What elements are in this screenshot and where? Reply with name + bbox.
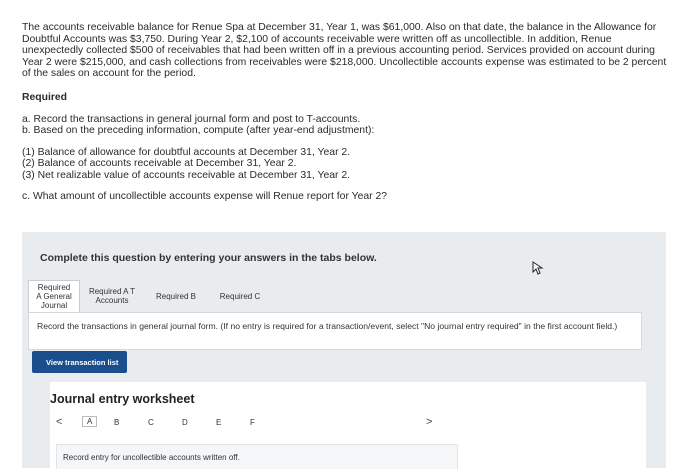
nav-entry-c[interactable]: C: [148, 418, 154, 427]
record-entry-text: Record entry for uncollectible accounts …: [63, 453, 240, 462]
nav-entry-b[interactable]: B: [114, 418, 119, 427]
worksheet-title: Journal entry worksheet: [50, 392, 195, 406]
answer-panel: Complete this question by entering your …: [22, 232, 666, 469]
view-transaction-list-button[interactable]: View transaction list: [32, 351, 127, 373]
problem-statement: The accounts receivable balance for Renu…: [22, 22, 672, 202]
tab-required-a-general-journal[interactable]: Required A General Journal: [28, 280, 80, 312]
tab-required-c[interactable]: Required C: [208, 280, 272, 312]
task-b: b. Based on the preceding information, c…: [22, 125, 375, 137]
panel-title: Complete this question by entering your …: [40, 252, 377, 264]
problem-paragraph: The accounts receivable balance for Renu…: [22, 22, 667, 80]
tab-bar: Required A General Journal Required A T …: [28, 280, 272, 312]
task-a: a. Record the transactions in general jo…: [22, 113, 361, 125]
tab-required-a-t-accounts[interactable]: Required A T Accounts: [80, 280, 144, 312]
nav-entry-e[interactable]: E: [216, 418, 221, 427]
journal-entry-worksheet: Journal entry worksheet < A B C D E F > …: [50, 382, 646, 469]
nav-entry-f[interactable]: F: [250, 418, 255, 427]
tab-required-b[interactable]: Required B: [144, 280, 208, 312]
instruction-text: Record the transactions in general journ…: [37, 321, 618, 331]
required-heading: Required: [22, 91, 68, 103]
sub-item-list: (1) Balance of allowance for doubtful ac…: [22, 147, 672, 182]
sub-item: (3) Net realizable value of accounts rec…: [22, 169, 351, 181]
entry-navigation: < A B C D E F >: [56, 416, 646, 432]
next-arrow-icon[interactable]: >: [426, 416, 432, 428]
nav-entry-d[interactable]: D: [182, 418, 188, 427]
tab-content: Record the transactions in general journ…: [28, 312, 642, 350]
mouse-cursor-icon: [532, 261, 544, 275]
record-entry-box: Record entry for uncollectible accounts …: [56, 444, 458, 469]
prev-arrow-icon[interactable]: <: [56, 416, 62, 428]
sub-item: (2) Balance of accounts receivable at De…: [22, 158, 297, 170]
task-c: c. What amount of uncollectible accounts…: [22, 190, 388, 202]
sub-item: (1) Balance of allowance for doubtful ac…: [22, 146, 351, 158]
nav-entry-a[interactable]: A: [82, 416, 98, 427]
